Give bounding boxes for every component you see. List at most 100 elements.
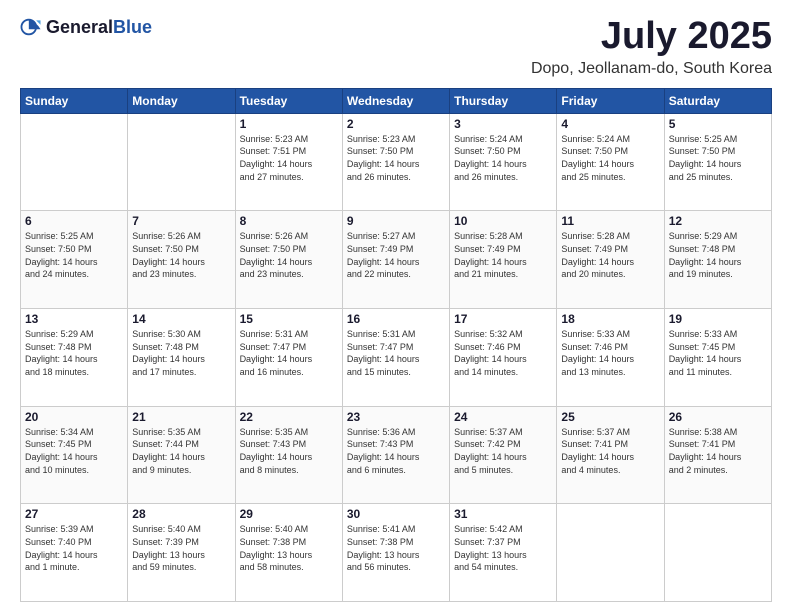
calendar-cell: 22 Sunrise: 5:35 AMSunset: 7:43 PMDayligh…: [235, 406, 342, 504]
sunset-text: Sunset: 7:50 PM: [669, 145, 767, 158]
day-info: Sunrise: 5:28 AMSunset: 7:49 PMDaylight:…: [561, 230, 659, 280]
day-info: Sunrise: 5:27 AMSunset: 7:49 PMDaylight:…: [347, 230, 445, 280]
calendar-cell: 2 Sunrise: 5:23 AMSunset: 7:50 PMDaylight…: [342, 113, 449, 211]
sunrise-text: Sunrise: 5:41 AM: [347, 523, 445, 536]
col-saturday: Saturday: [664, 88, 771, 113]
daylight-text: Daylight: 14 hours and 27 minutes.: [240, 158, 338, 183]
sunrise-text: Sunrise: 5:25 AM: [669, 133, 767, 146]
daylight-text: Daylight: 14 hours and 5 minutes.: [454, 451, 552, 476]
daylight-text: Daylight: 14 hours and 22 minutes.: [347, 256, 445, 281]
calendar-week-3: 13Sunrise: 5:29 AMSunset: 7:48 PMDayligh…: [21, 309, 772, 407]
daylight-text: Daylight: 13 hours and 56 minutes.: [347, 549, 445, 574]
sunset-text: Sunset: 7:41 PM: [561, 438, 659, 451]
calendar-cell: 11 Sunrise: 5:28 AMSunset: 7:49 PMDayligh…: [557, 211, 664, 309]
header: GeneralBlue July 2025 Dopo, Jeollanam-do…: [20, 16, 772, 78]
calendar-cell: 15Sunrise: 5:31 AMSunset: 7:47 PMDayligh…: [235, 309, 342, 407]
day-number: 27: [25, 507, 123, 521]
daylight-text: Daylight: 14 hours and 20 minutes.: [561, 256, 659, 281]
day-number: 1: [240, 117, 338, 131]
sunset-text: Sunset: 7:48 PM: [25, 341, 123, 354]
day-number: 12: [669, 214, 767, 228]
calendar-cell: 27Sunrise: 5:39 AMSunset: 7:40 PMDayligh…: [21, 504, 128, 602]
calendar-cell: 6Sunrise: 5:25 AMSunset: 7:50 PMDaylight…: [21, 211, 128, 309]
calendar-week-4: 20Sunrise: 5:34 AMSunset: 7:45 PMDayligh…: [21, 406, 772, 504]
sunrise-text: Sunrise: 5:37 AM: [454, 426, 552, 439]
col-monday: Monday: [128, 88, 235, 113]
sunset-text: Sunset: 7:43 PM: [240, 438, 338, 451]
calendar-cell: 1 Sunrise: 5:23 AMSunset: 7:51 PMDaylight…: [235, 113, 342, 211]
day-number: 22: [240, 410, 338, 424]
day-number: 11: [561, 214, 659, 228]
calendar-cell: 8Sunrise: 5:26 AMSunset: 7:50 PMDaylight…: [235, 211, 342, 309]
sunrise-text: Sunrise: 5:28 AM: [454, 230, 552, 243]
sunset-text: Sunset: 7:46 PM: [454, 341, 552, 354]
day-info: Sunrise: 5:36 AMSunset: 7:43 PMDaylight:…: [347, 426, 445, 476]
day-info: Sunrise: 5:23 AMSunset: 7:50 PMDaylight:…: [347, 133, 445, 183]
col-friday: Friday: [557, 88, 664, 113]
sunrise-text: Sunrise: 5:33 AM: [561, 328, 659, 341]
sunrise-text: Sunrise: 5:40 AM: [240, 523, 338, 536]
sunset-text: Sunset: 7:42 PM: [454, 438, 552, 451]
month-title: July 2025: [531, 16, 772, 58]
daylight-text: Daylight: 14 hours and 13 minutes.: [561, 353, 659, 378]
col-thursday: Thursday: [450, 88, 557, 113]
day-number: 9: [347, 214, 445, 228]
sunrise-text: Sunrise: 5:36 AM: [347, 426, 445, 439]
calendar-cell: 19Sunrise: 5:33 AMSunset: 7:45 PMDayligh…: [664, 309, 771, 407]
location-title: Dopo, Jeollanam-do, South Korea: [531, 60, 772, 78]
sunset-text: Sunset: 7:49 PM: [454, 243, 552, 256]
day-info: Sunrise: 5:35 AMSunset: 7:43 PMDaylight:…: [240, 426, 338, 476]
sunset-text: Sunset: 7:43 PM: [347, 438, 445, 451]
daylight-text: Daylight: 13 hours and 58 minutes.: [240, 549, 338, 574]
day-info: Sunrise: 5:33 AMSunset: 7:45 PMDaylight:…: [669, 328, 767, 378]
day-number: 23: [347, 410, 445, 424]
day-info: Sunrise: 5:23 AMSunset: 7:51 PMDaylight:…: [240, 133, 338, 183]
calendar-cell: 4Sunrise: 5:24 AMSunset: 7:50 PMDaylight…: [557, 113, 664, 211]
calendar-page: GeneralBlue July 2025 Dopo, Jeollanam-do…: [0, 0, 792, 612]
logo-text: GeneralBlue: [46, 17, 152, 38]
daylight-text: Daylight: 14 hours and 23 minutes.: [132, 256, 230, 281]
day-info: Sunrise: 5:38 AMSunset: 7:41 PMDaylight:…: [669, 426, 767, 476]
calendar-cell: 3Sunrise: 5:24 AMSunset: 7:50 PMDaylight…: [450, 113, 557, 211]
sunrise-text: Sunrise: 5:26 AM: [240, 230, 338, 243]
day-info: Sunrise: 5:40 AMSunset: 7:39 PMDaylight:…: [132, 523, 230, 573]
day-info: Sunrise: 5:37 AMSunset: 7:41 PMDaylight:…: [561, 426, 659, 476]
calendar-cell: 7Sunrise: 5:26 AMSunset: 7:50 PMDaylight…: [128, 211, 235, 309]
calendar-week-2: 6Sunrise: 5:25 AMSunset: 7:50 PMDaylight…: [21, 211, 772, 309]
day-info: Sunrise: 5:31 AMSunset: 7:47 PMDaylight:…: [240, 328, 338, 378]
day-number: 29: [240, 507, 338, 521]
daylight-text: Daylight: 14 hours and 19 minutes.: [669, 256, 767, 281]
sunset-text: Sunset: 7:50 PM: [561, 145, 659, 158]
day-info: Sunrise: 5:25 AMSunset: 7:50 PMDaylight:…: [25, 230, 123, 280]
day-number: 8: [240, 214, 338, 228]
day-info: Sunrise: 5:40 AMSunset: 7:38 PMDaylight:…: [240, 523, 338, 573]
calendar-cell: 28 Sunrise: 5:40 AMSunset: 7:39 PMDayligh…: [128, 504, 235, 602]
day-info: Sunrise: 5:24 AMSunset: 7:50 PMDaylight:…: [561, 133, 659, 183]
sunset-text: Sunset: 7:37 PM: [454, 536, 552, 549]
sunset-text: Sunset: 7:44 PM: [132, 438, 230, 451]
calendar-cell: 25 Sunrise: 5:37 AMSunset: 7:41 PMDayligh…: [557, 406, 664, 504]
day-number: 18: [561, 312, 659, 326]
sunrise-text: Sunrise: 5:24 AM: [454, 133, 552, 146]
daylight-text: Daylight: 14 hours and 18 minutes.: [25, 353, 123, 378]
calendar-week-1: 1 Sunrise: 5:23 AMSunset: 7:51 PMDaylight…: [21, 113, 772, 211]
daylight-text: Daylight: 14 hours and 6 minutes.: [347, 451, 445, 476]
daylight-text: Daylight: 13 hours and 59 minutes.: [132, 549, 230, 574]
sunrise-text: Sunrise: 5:38 AM: [669, 426, 767, 439]
sunset-text: Sunset: 7:39 PM: [132, 536, 230, 549]
logo: GeneralBlue: [20, 16, 152, 38]
daylight-text: Daylight: 14 hours and 15 minutes.: [347, 353, 445, 378]
calendar-cell: [664, 504, 771, 602]
sunset-text: Sunset: 7:45 PM: [669, 341, 767, 354]
calendar-cell: 23 Sunrise: 5:36 AMSunset: 7:43 PMDayligh…: [342, 406, 449, 504]
day-number: 28: [132, 507, 230, 521]
day-number: 2: [347, 117, 445, 131]
daylight-text: Daylight: 14 hours and 21 minutes.: [454, 256, 552, 281]
sunrise-text: Sunrise: 5:31 AM: [240, 328, 338, 341]
sunset-text: Sunset: 7:40 PM: [25, 536, 123, 549]
daylight-text: Daylight: 14 hours and 4 minutes.: [561, 451, 659, 476]
day-number: 25: [561, 410, 659, 424]
daylight-text: Daylight: 14 hours and 17 minutes.: [132, 353, 230, 378]
sunset-text: Sunset: 7:48 PM: [132, 341, 230, 354]
sunset-text: Sunset: 7:48 PM: [669, 243, 767, 256]
